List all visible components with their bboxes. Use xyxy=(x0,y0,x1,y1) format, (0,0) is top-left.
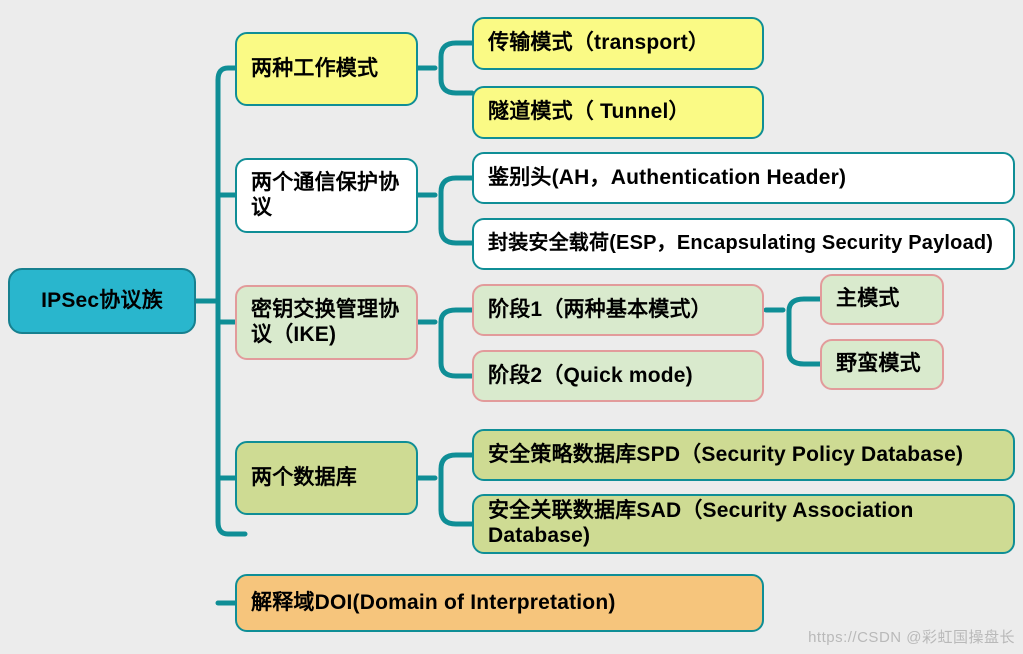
node-sad-label: 安全关联数据库SAD（Security Association Database… xyxy=(488,499,914,547)
edge-protocols-fork xyxy=(438,175,475,246)
node-work-modes-label: 两种工作模式 xyxy=(251,56,379,80)
node-protection-protocols-label: 两个通信保护协议 xyxy=(251,170,400,219)
node-databases[interactable]: 两个数据库 xyxy=(235,441,418,515)
node-ah-label: 鉴别头(AH，Authentication Header) xyxy=(488,165,847,189)
node-ike-label: 密钥交换管理协议（IKE) xyxy=(251,297,400,346)
node-databases-label: 两个数据库 xyxy=(251,465,357,489)
node-doi[interactable]: 解释域DOI(Domain of Interpretation) xyxy=(235,574,764,632)
node-phase-2[interactable]: 阶段2（Quick mode) xyxy=(472,350,764,402)
node-aggressive-mode-label: 野蛮模式 xyxy=(836,352,921,376)
edge-databases-fork xyxy=(438,452,475,527)
node-phase-1[interactable]: 阶段1（两种基本模式） xyxy=(472,284,764,336)
node-phase-2-label: 阶段2（Quick mode) xyxy=(488,363,693,387)
edge-phase1-fork xyxy=(786,296,823,367)
node-spd-label: 安全策略数据库SPD（Security Policy Database) xyxy=(488,442,964,466)
node-phase-1-label: 阶段1（两种基本模式） xyxy=(488,297,712,321)
node-root[interactable]: IPSec协议族 xyxy=(8,268,196,334)
node-protection-protocols[interactable]: 两个通信保护协议 xyxy=(235,158,418,233)
node-doi-label: 解释域DOI(Domain of Interpretation) xyxy=(251,590,616,614)
node-spd[interactable]: 安全策略数据库SPD（Security Policy Database) xyxy=(472,429,1015,481)
node-tunnel-mode-label: 隧道模式（ Tunnel） xyxy=(488,100,690,124)
watermark: https://CSDN @彩虹国操盘长 xyxy=(808,629,1015,646)
node-root-label: IPSec协议族 xyxy=(41,288,163,312)
node-main-mode-label: 主模式 xyxy=(836,287,900,311)
node-tunnel-mode[interactable]: 隧道模式（ Tunnel） xyxy=(472,86,764,139)
node-sad[interactable]: 安全关联数据库SAD（Security Association Database… xyxy=(472,494,1015,554)
node-ah[interactable]: 鉴别头(AH，Authentication Header) xyxy=(472,152,1015,204)
edge-ike-fork xyxy=(438,307,475,379)
node-esp-label: 封装安全载荷(ESP，Encapsulating Security Payloa… xyxy=(488,232,994,255)
node-main-mode[interactable]: 主模式 xyxy=(820,274,944,325)
node-ike[interactable]: 密钥交换管理协议（IKE) xyxy=(235,285,418,360)
mindmap-canvas: IPSec协议族 两种工作模式 传输模式（transport） 隧道模式（ Tu… xyxy=(0,0,1023,654)
node-transport-mode[interactable]: 传输模式（transport） xyxy=(472,17,764,70)
node-transport-mode-label: 传输模式（transport） xyxy=(488,31,710,55)
node-work-modes[interactable]: 两种工作模式 xyxy=(235,32,418,106)
node-aggressive-mode[interactable]: 野蛮模式 xyxy=(820,339,944,390)
node-esp[interactable]: 封装安全载荷(ESP，Encapsulating Security Payloa… xyxy=(472,218,1015,270)
edge-workmodes-fork xyxy=(438,40,475,96)
